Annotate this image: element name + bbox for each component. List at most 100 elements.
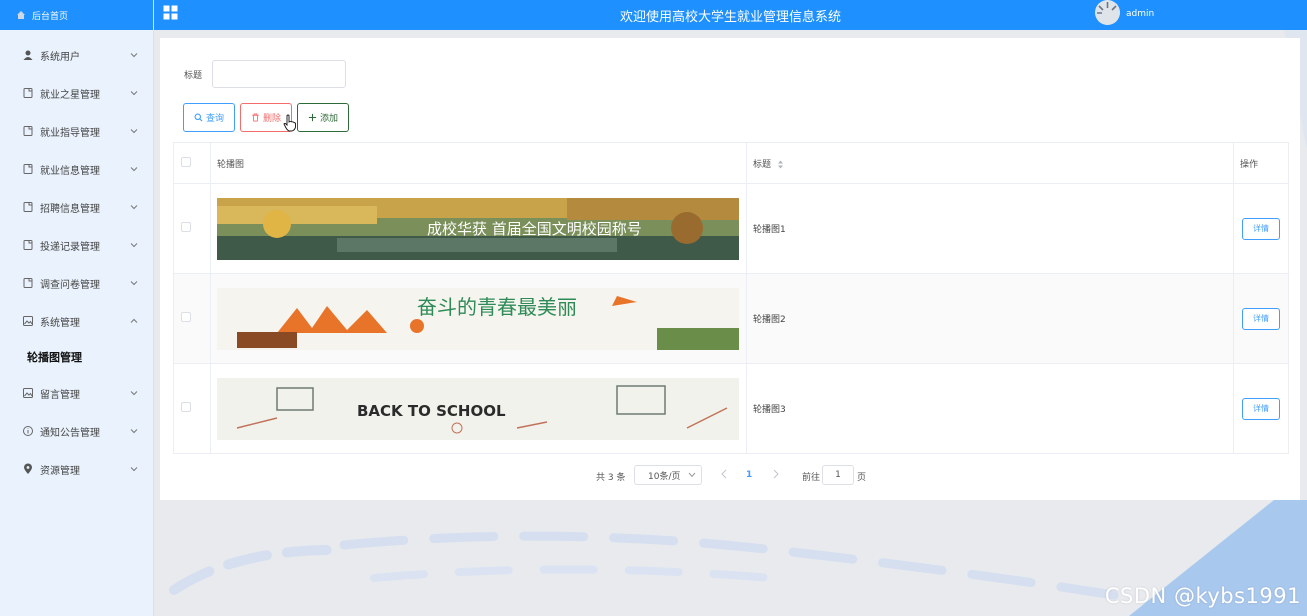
next-page-icon[interactable] [772, 469, 780, 479]
sidebar-item-announcements[interactable]: 通知公告管理 [0, 412, 153, 450]
sidebar-item-delivery-records[interactable]: 投递记录管理 [0, 226, 153, 264]
sidebar-item-label: 系统管理 [40, 317, 80, 329]
add-button[interactable]: 添加 [297, 103, 349, 132]
carousel-image-3: BACK TO SCHOOL [217, 377, 739, 440]
sidebar-item-system-management[interactable]: 系统管理 [0, 302, 153, 340]
sidebar-home-link[interactable]: 后台首页 [0, 0, 153, 30]
add-button-label: 添加 [319, 114, 338, 124]
carousel-image-1: 成校华获 首届全国文明校园称号 [217, 197, 739, 260]
image-cell: 奋斗的青春最美丽 [210, 273, 747, 364]
table-row: BACK TO SCHOOL 轮播图3 详情 [173, 363, 1289, 454]
actions-cell: 详情 [1233, 363, 1289, 454]
hand-cursor-icon [283, 114, 296, 132]
sidebar-subitem-carousel[interactable]: 轮播图管理 [0, 340, 153, 374]
avatar-icon [1095, 0, 1120, 25]
select-all-cell [173, 142, 211, 184]
page-size-select[interactable]: 10条/页 [634, 465, 702, 485]
chevron-down-icon [130, 391, 138, 396]
table-row: 奋斗的青春最美丽 轮播图2 详情 [173, 273, 1289, 364]
chevron-down-icon [130, 467, 138, 472]
row-checkbox[interactable] [181, 222, 191, 232]
row-checkbox[interactable] [181, 402, 191, 412]
doc-icon [23, 278, 33, 288]
sidebar: 后台首页 系统用户 就业之星管理 就业指导管理 就业信息管理 招聘信息管理 投递… [0, 0, 154, 616]
user-icon [23, 50, 33, 60]
sidebar-item-label: 就业之星管理 [40, 89, 100, 101]
column-header-title-label: 标题 [753, 159, 772, 170]
sidebar-item-label: 调查问卷管理 [40, 279, 100, 291]
sidebar-item-employment-info[interactable]: 就业信息管理 [0, 150, 153, 188]
sidebar-item-label: 就业指导管理 [40, 127, 100, 139]
image-icon [23, 316, 33, 326]
title-cell: 轮播图2 [746, 273, 1234, 364]
doc-icon [23, 164, 33, 174]
row-select-cell [173, 273, 211, 364]
column-header-image: 轮播图 [210, 142, 747, 184]
chevron-down-icon [130, 205, 138, 210]
image-icon [23, 388, 33, 398]
sidebar-item-label: 通知公告管理 [40, 427, 100, 439]
carousel-image-2: 奋斗的青春最美丽 [217, 287, 739, 350]
doc-icon [23, 88, 33, 98]
title-cell: 轮播图3 [746, 363, 1234, 454]
chevron-down-icon [688, 472, 696, 478]
delete-button-label: 删除 [262, 114, 281, 124]
location-icon [24, 463, 32, 474]
actions-cell: 详情 [1233, 183, 1289, 274]
page-size-value: 10条/页 [648, 471, 681, 482]
home-icon [17, 11, 25, 19]
chevron-down-icon [130, 129, 138, 134]
sidebar-item-resources[interactable]: 资源管理 [0, 450, 153, 488]
username[interactable]: admin [1126, 9, 1154, 19]
sidebar-item-label: 投递记录管理 [40, 241, 100, 253]
sidebar-subitem-label: 轮播图管理 [27, 351, 82, 364]
title-cell: 轮播图1 [746, 183, 1234, 274]
sidebar-item-label: 留言管理 [40, 389, 80, 401]
query-button[interactable]: 查询 [183, 103, 235, 132]
top-header: 欢迎使用高校大学生就业管理信息系统 admin [154, 0, 1307, 30]
goto-page-input[interactable]: 1 [822, 465, 854, 485]
main-panel: 标题 查询 删除 添加 轮播图 标题 操作 成校华获 首届全国文明校园称号 轮播… [160, 38, 1300, 500]
column-header-actions: 操作 [1233, 142, 1289, 184]
sidebar-item-label: 资源管理 [40, 465, 80, 477]
chevron-down-icon [130, 167, 138, 172]
prev-page-icon[interactable] [720, 469, 728, 479]
doc-icon [23, 202, 33, 212]
row-select-cell [173, 363, 211, 454]
detail-button[interactable]: 详情 [1242, 397, 1280, 420]
image-cell: 成校华获 首届全国文明校园称号 [210, 183, 747, 274]
sidebar-item-employment-guidance[interactable]: 就业指导管理 [0, 112, 153, 150]
info-icon [23, 426, 33, 436]
select-all-checkbox[interactable] [181, 156, 191, 167]
table-header-row: 轮播图 标题 操作 [173, 142, 1289, 184]
chevron-up-icon [130, 318, 138, 323]
title-search-input[interactable] [212, 60, 346, 88]
sidebar-item-survey[interactable]: 调查问卷管理 [0, 264, 153, 302]
query-button-label: 查询 [205, 114, 224, 124]
search-icon [194, 113, 203, 122]
sidebar-item-recruitment-info[interactable]: 招聘信息管理 [0, 188, 153, 226]
sidebar-item-system-users[interactable]: 系统用户 [0, 36, 153, 74]
sidebar-item-label: 招聘信息管理 [40, 203, 100, 215]
sidebar-item-employment-star[interactable]: 就业之星管理 [0, 74, 153, 112]
detail-button[interactable]: 详情 [1242, 217, 1280, 240]
detail-button[interactable]: 详情 [1242, 307, 1280, 330]
chevron-down-icon [130, 429, 138, 434]
table-row: 成校华获 首届全国文明校园称号 轮播图1 详情 [173, 183, 1289, 274]
carousel-image-1-caption: 成校华获 首届全国文明校园称号 [427, 220, 642, 238]
page-number-current[interactable]: 1 [746, 470, 752, 480]
column-header-title[interactable]: 标题 [746, 142, 1234, 184]
chevron-down-icon [130, 91, 138, 96]
avatar[interactable] [1095, 0, 1120, 25]
pagination-total: 共 3 条 [596, 473, 626, 483]
carousel-table: 轮播图 标题 操作 成校华获 首届全国文明校园称号 轮播图1 详情 奋斗的青春最… [173, 142, 1289, 454]
watermark-text: CSDN @kybs1991 [1104, 584, 1301, 608]
sidebar-home-label: 后台首页 [32, 11, 69, 22]
sort-icon[interactable] [777, 160, 784, 169]
chevron-down-icon [130, 53, 138, 58]
sidebar-item-messages[interactable]: 留言管理 [0, 374, 153, 412]
carousel-image-3-caption: BACK TO SCHOOL [357, 402, 506, 420]
trash-icon [252, 113, 259, 122]
row-checkbox[interactable] [181, 312, 191, 322]
plus-icon [308, 113, 317, 122]
